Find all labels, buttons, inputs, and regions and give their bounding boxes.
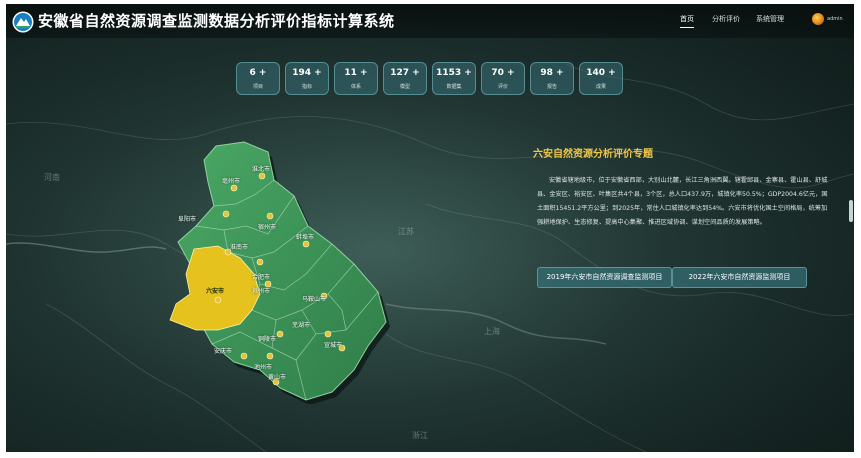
region-label-zhejiang: 浙江: [412, 431, 428, 440]
region-label-jiangsu: 江苏: [398, 227, 414, 236]
panel-title: 六安自然资源分析评价专题: [533, 149, 653, 160]
city-suzhou[interactable]: 宿州市: [258, 222, 276, 231]
stat-value: 140 +: [586, 68, 616, 78]
scrollbar-thumb[interactable]: [849, 200, 853, 222]
stat-projects[interactable]: 6 + 项目: [236, 62, 280, 95]
city-chizhou[interactable]: 池州市: [254, 362, 272, 371]
stat-label: 数据集: [446, 84, 462, 90]
stat-value: 98 +: [540, 68, 564, 78]
logo-icon: [12, 11, 34, 33]
stat-label: 项目: [252, 84, 263, 90]
city-xuancheng[interactable]: 宣城市: [324, 340, 342, 349]
panel-description: 安徽省辖地级市，位于安徽省西部，大别山北麓，长江三角洲西翼。辖霍邱县、金寨县、霍…: [537, 177, 828, 226]
stat-results[interactable]: 140 + 成果: [579, 62, 623, 95]
stat-value: 70 +: [491, 68, 515, 78]
city-hefei[interactable]: 合肥市: [252, 272, 270, 281]
stat-reports[interactable]: 98 + 报告: [530, 62, 574, 95]
project-2019-button[interactable]: 2019年六安市自然资源调查监测项目: [537, 267, 672, 288]
city-tongling[interactable]: 铜陵市: [258, 334, 276, 343]
city-huainan[interactable]: 淮南市: [230, 242, 248, 251]
anhui-map[interactable]: 淮北市 亳州市 宿州市 阜阳市 淮南市 蚌埠市 合肥市 六安市 滁州市 马鞍山市…: [156, 134, 396, 405]
stat-label: 成果: [595, 84, 606, 90]
city-chuzhou[interactable]: 滁州市: [252, 286, 270, 295]
nav-home[interactable]: 首页: [680, 14, 694, 28]
stat-evaluations[interactable]: 70 + 评价: [481, 62, 525, 95]
city-bozhou[interactable]: 亳州市: [222, 176, 240, 185]
project-2022-button[interactable]: 2022年六安市自然资源监测项目: [672, 267, 807, 288]
city-anqing[interactable]: 安庆市: [214, 346, 232, 355]
stat-label: 评价: [497, 84, 508, 90]
region-label-shanghai: 上海: [484, 327, 500, 336]
stat-label: 体系: [350, 84, 361, 90]
stat-value: 11 +: [344, 68, 368, 78]
stat-value: 6 +: [249, 68, 267, 78]
stat-value: 1153 +: [436, 68, 472, 78]
stat-value: 194 +: [292, 68, 322, 78]
avatar[interactable]: [812, 13, 824, 25]
stat-value: 127 +: [390, 68, 420, 78]
stat-label: 指标: [301, 84, 312, 90]
city-luan[interactable]: 六安市: [206, 286, 224, 295]
city-fuyang[interactable]: 阜阳市: [178, 214, 196, 223]
province-shape: [169, 141, 390, 405]
username[interactable]: admin: [827, 16, 843, 22]
stat-models[interactable]: 127 + 模型: [383, 62, 427, 95]
stat-indicators[interactable]: 194 + 指标: [285, 62, 329, 95]
stat-systems[interactable]: 11 + 体系: [334, 62, 378, 95]
stat-label: 模型: [399, 84, 410, 90]
stat-label: 报告: [546, 84, 557, 90]
nav-analysis[interactable]: 分析评价: [712, 14, 740, 24]
city-wuhu[interactable]: 芜湖市: [292, 320, 310, 329]
nav-system-management[interactable]: 系统管理: [756, 14, 784, 24]
city-huangshan[interactable]: 黄山市: [268, 372, 286, 381]
app-title: 安徽省自然资源调查监测数据分析评价指标计算系统: [38, 12, 395, 30]
city-bengbu[interactable]: 蚌埠市: [296, 232, 314, 241]
stat-datasets[interactable]: 1153 + 数据集: [432, 62, 476, 95]
app-frame: 安徽省自然资源调查监测数据分析评价指标计算系统 首页 分析评价 系统管理 adm…: [6, 4, 854, 452]
city-huaibei[interactable]: 淮北市: [252, 164, 270, 173]
city-maanshan[interactable]: 马鞍山市: [302, 294, 326, 303]
region-label-henan: 河南: [44, 173, 60, 182]
